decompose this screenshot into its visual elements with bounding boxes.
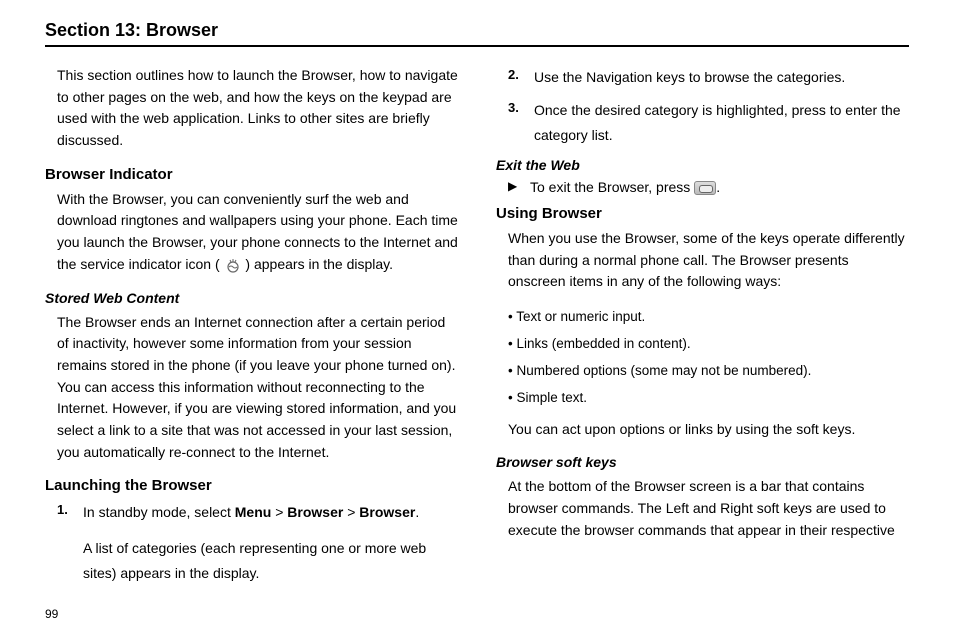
right-column: 2. Use the Navigation keys to browse the…	[496, 65, 909, 594]
exit-web-text: To exit the Browser, press .	[530, 179, 720, 195]
launching-steps: 1. In standby mode, select Menu > Browse…	[45, 500, 458, 586]
heading-launching-browser: Launching the Browser	[45, 477, 458, 494]
sep-2: >	[343, 504, 359, 520]
browser-label-1: Browser	[287, 504, 343, 520]
step-2-text: Use the Navigation keys to browse the ca…	[534, 65, 909, 90]
list-item: • Text or numeric input.	[508, 307, 909, 328]
continued-steps: 2. Use the Navigation keys to browse the…	[496, 65, 909, 149]
step-number: 2.	[508, 65, 534, 90]
browser-label-2: Browser	[359, 504, 415, 520]
left-column: This section outlines how to launch the …	[45, 65, 458, 594]
sep-1: >	[271, 504, 287, 520]
exit-text-b: .	[716, 179, 720, 195]
section-divider	[45, 45, 909, 47]
browser-indicator-text: With the Browser, you can conveniently s…	[45, 189, 458, 276]
heading-browser-soft-keys: Browser soft keys	[496, 454, 909, 470]
list-item: • Simple text.	[508, 388, 909, 409]
browser-soft-keys-text: At the bottom of the Browser screen is a…	[496, 476, 909, 541]
list-item: • Links (embedded in content).	[508, 334, 909, 355]
step-1: 1. In standby mode, select Menu > Browse…	[57, 500, 458, 586]
step-1-end: .	[415, 504, 419, 520]
service-indicator-icon	[224, 258, 242, 272]
browser-items-list: • Text or numeric input. • Links (embedd…	[496, 307, 909, 409]
step-number: 1.	[57, 500, 83, 586]
heading-exit-web: Exit the Web	[496, 157, 909, 173]
heading-using-browser: Using Browser	[496, 205, 909, 222]
step-1-text: In standby mode, select Menu > Browser >…	[83, 500, 458, 586]
step-3-text: Once the desired category is highlighted…	[534, 98, 909, 148]
using-browser-text: When you use the Browser, some of the ke…	[496, 228, 909, 293]
heading-stored-web-content: Stored Web Content	[45, 290, 458, 306]
page-number: 99	[45, 607, 58, 621]
browser-indicator-text-b: ) appears in the display.	[245, 256, 393, 272]
right-arrow-icon: ▶	[508, 179, 530, 195]
section-title: Section 13: Browser	[45, 20, 909, 41]
step-1-subtext: A list of categories (each representing …	[83, 536, 458, 586]
heading-browser-indicator: Browser Indicator	[45, 166, 458, 183]
exit-text-a: To exit the Browser, press	[530, 179, 694, 195]
step-2: 2. Use the Navigation keys to browse the…	[508, 65, 909, 90]
content-columns: This section outlines how to launch the …	[45, 65, 909, 594]
end-call-icon	[694, 181, 716, 195]
step-1-prefix: In standby mode, select	[83, 504, 235, 520]
stored-web-content-text: The Browser ends an Internet connection …	[45, 312, 458, 464]
step-3: 3. Once the desired category is highligh…	[508, 98, 909, 148]
list-item: • Numbered options (some may not be numb…	[508, 361, 909, 382]
step-number: 3.	[508, 98, 534, 148]
intro-paragraph: This section outlines how to launch the …	[45, 65, 458, 152]
menu-label: Menu	[235, 504, 272, 520]
using-browser-text-2: You can act upon options or links by usi…	[496, 419, 909, 441]
exit-web-line: ▶ To exit the Browser, press .	[496, 179, 909, 195]
